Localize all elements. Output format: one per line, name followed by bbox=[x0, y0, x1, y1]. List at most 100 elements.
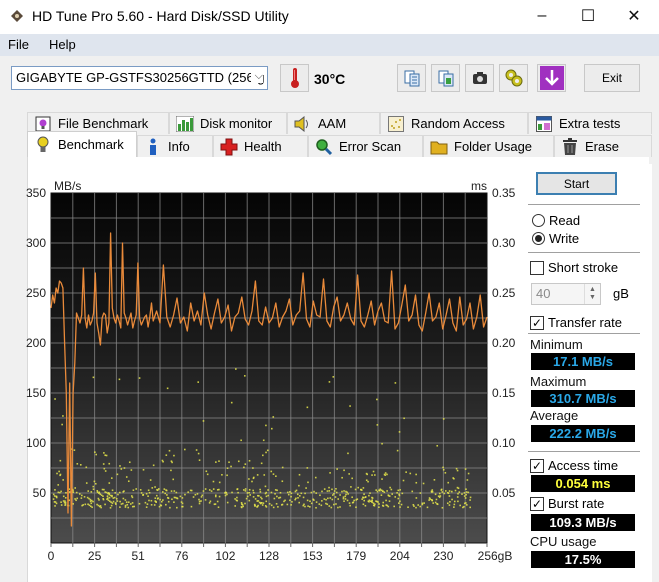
access-time-point bbox=[52, 498, 55, 500]
access-time-point bbox=[295, 497, 297, 500]
write-label: Write bbox=[549, 231, 580, 246]
access-time-point bbox=[197, 452, 200, 455]
access-time-point bbox=[354, 488, 357, 491]
access-time-point bbox=[198, 502, 201, 505]
access-time-point bbox=[119, 500, 121, 503]
access-time-point bbox=[173, 490, 176, 492]
access-time-point bbox=[236, 496, 238, 499]
access-time-point bbox=[240, 439, 242, 442]
short-stroke-checkbox[interactable]: Short stroke bbox=[530, 260, 618, 275]
access-time-point bbox=[108, 462, 111, 465]
access-time-point bbox=[234, 505, 237, 507]
access-time-point bbox=[373, 504, 376, 507]
access-time-point bbox=[398, 431, 401, 433]
access-time-point bbox=[187, 491, 189, 493]
access-time-point bbox=[430, 491, 433, 493]
access-time-point bbox=[170, 490, 173, 492]
access-time-point bbox=[94, 482, 97, 485]
access-time-point bbox=[62, 495, 65, 498]
spinner-arrows-icon[interactable]: ▲ ▼ bbox=[584, 284, 600, 304]
access-time-point bbox=[307, 481, 309, 484]
access-time-point bbox=[298, 484, 300, 487]
access-time-point bbox=[218, 495, 221, 498]
access-time-point bbox=[391, 493, 394, 495]
x-tick-label: 204 bbox=[389, 549, 410, 563]
access-time-point bbox=[235, 368, 237, 370]
access-time-point bbox=[433, 479, 436, 481]
access-time-point bbox=[451, 498, 453, 501]
access-time-point bbox=[202, 490, 205, 492]
access-time-point bbox=[309, 506, 311, 508]
access-time-point bbox=[384, 472, 387, 474]
access-time-point bbox=[56, 472, 58, 475]
access-time-point bbox=[87, 490, 90, 492]
short-stroke-unit: gB bbox=[613, 286, 629, 301]
access-time-checkbox[interactable]: ✓ Access time bbox=[530, 458, 618, 473]
access-time-point bbox=[212, 480, 215, 483]
access-time-point bbox=[364, 504, 367, 507]
access-time-point bbox=[94, 451, 96, 453]
access-time-point bbox=[264, 492, 267, 495]
access-time-point bbox=[165, 489, 168, 492]
y-tick-label-right: 0.05 bbox=[492, 486, 516, 500]
access-time-point bbox=[166, 494, 168, 496]
tab-benchmark[interactable]: Benchmark bbox=[27, 131, 137, 157]
access-time-point bbox=[196, 493, 199, 495]
access-time-point bbox=[92, 376, 95, 379]
access-time-point bbox=[407, 506, 409, 509]
access-time-point bbox=[348, 473, 350, 475]
access-time-point bbox=[98, 491, 101, 494]
access-time-point bbox=[111, 502, 114, 504]
access-time-point bbox=[332, 376, 335, 378]
burst-rate-checkbox[interactable]: ✓ Burst rate bbox=[530, 496, 604, 511]
access-time-point bbox=[202, 420, 205, 422]
access-time-point bbox=[142, 494, 144, 496]
access-time-point bbox=[397, 497, 400, 500]
access-time-point bbox=[349, 504, 351, 507]
maximum-value: 310.7 MB/s bbox=[531, 390, 635, 407]
cpu-usage-label: CPU usage bbox=[530, 534, 597, 549]
access-time-point bbox=[434, 493, 437, 496]
access-time-point bbox=[97, 497, 100, 500]
access-time-point bbox=[291, 501, 293, 503]
access-time-point bbox=[286, 491, 289, 494]
access-time-point bbox=[261, 504, 264, 506]
access-time-point bbox=[281, 503, 284, 506]
access-time-point bbox=[254, 498, 257, 500]
read-radio[interactable]: Read bbox=[532, 213, 580, 228]
access-time-point bbox=[306, 406, 309, 409]
access-time-point bbox=[75, 499, 77, 502]
access-time-point bbox=[306, 499, 309, 502]
start-button[interactable]: Start bbox=[536, 172, 617, 195]
access-time-point bbox=[131, 502, 134, 504]
access-time-point bbox=[368, 500, 370, 503]
maximum-label: Maximum bbox=[530, 374, 587, 389]
access-time-point bbox=[352, 501, 355, 504]
access-time-point bbox=[347, 493, 349, 495]
access-time-point bbox=[398, 494, 401, 497]
access-time-point bbox=[150, 499, 153, 502]
access-time-point bbox=[123, 490, 125, 492]
transfer-rate-checkbox[interactable]: ✓ Transfer rate bbox=[530, 315, 622, 330]
write-radio[interactable]: Write bbox=[532, 231, 579, 246]
access-time-point bbox=[244, 463, 247, 465]
access-time-point bbox=[197, 381, 200, 383]
access-time-point bbox=[119, 465, 121, 467]
access-time-point bbox=[326, 503, 329, 506]
access-time-point bbox=[454, 489, 457, 492]
access-time-point bbox=[154, 486, 156, 488]
access-time-point bbox=[62, 479, 64, 481]
access-time-point bbox=[124, 499, 127, 501]
access-time-point bbox=[306, 467, 309, 469]
access-time-point bbox=[109, 506, 112, 509]
access-time-point bbox=[375, 489, 377, 491]
access-time-point bbox=[437, 495, 440, 498]
checkmark-icon: ✓ bbox=[530, 458, 544, 473]
access-time-point bbox=[421, 503, 424, 506]
short-stroke-size-input[interactable]: 40 ▲ ▼ bbox=[531, 283, 601, 305]
access-time-point bbox=[226, 493, 228, 496]
access-time-point bbox=[120, 468, 123, 470]
access-time-point bbox=[442, 418, 445, 420]
access-time-point bbox=[205, 470, 208, 473]
access-time-point bbox=[114, 492, 117, 494]
